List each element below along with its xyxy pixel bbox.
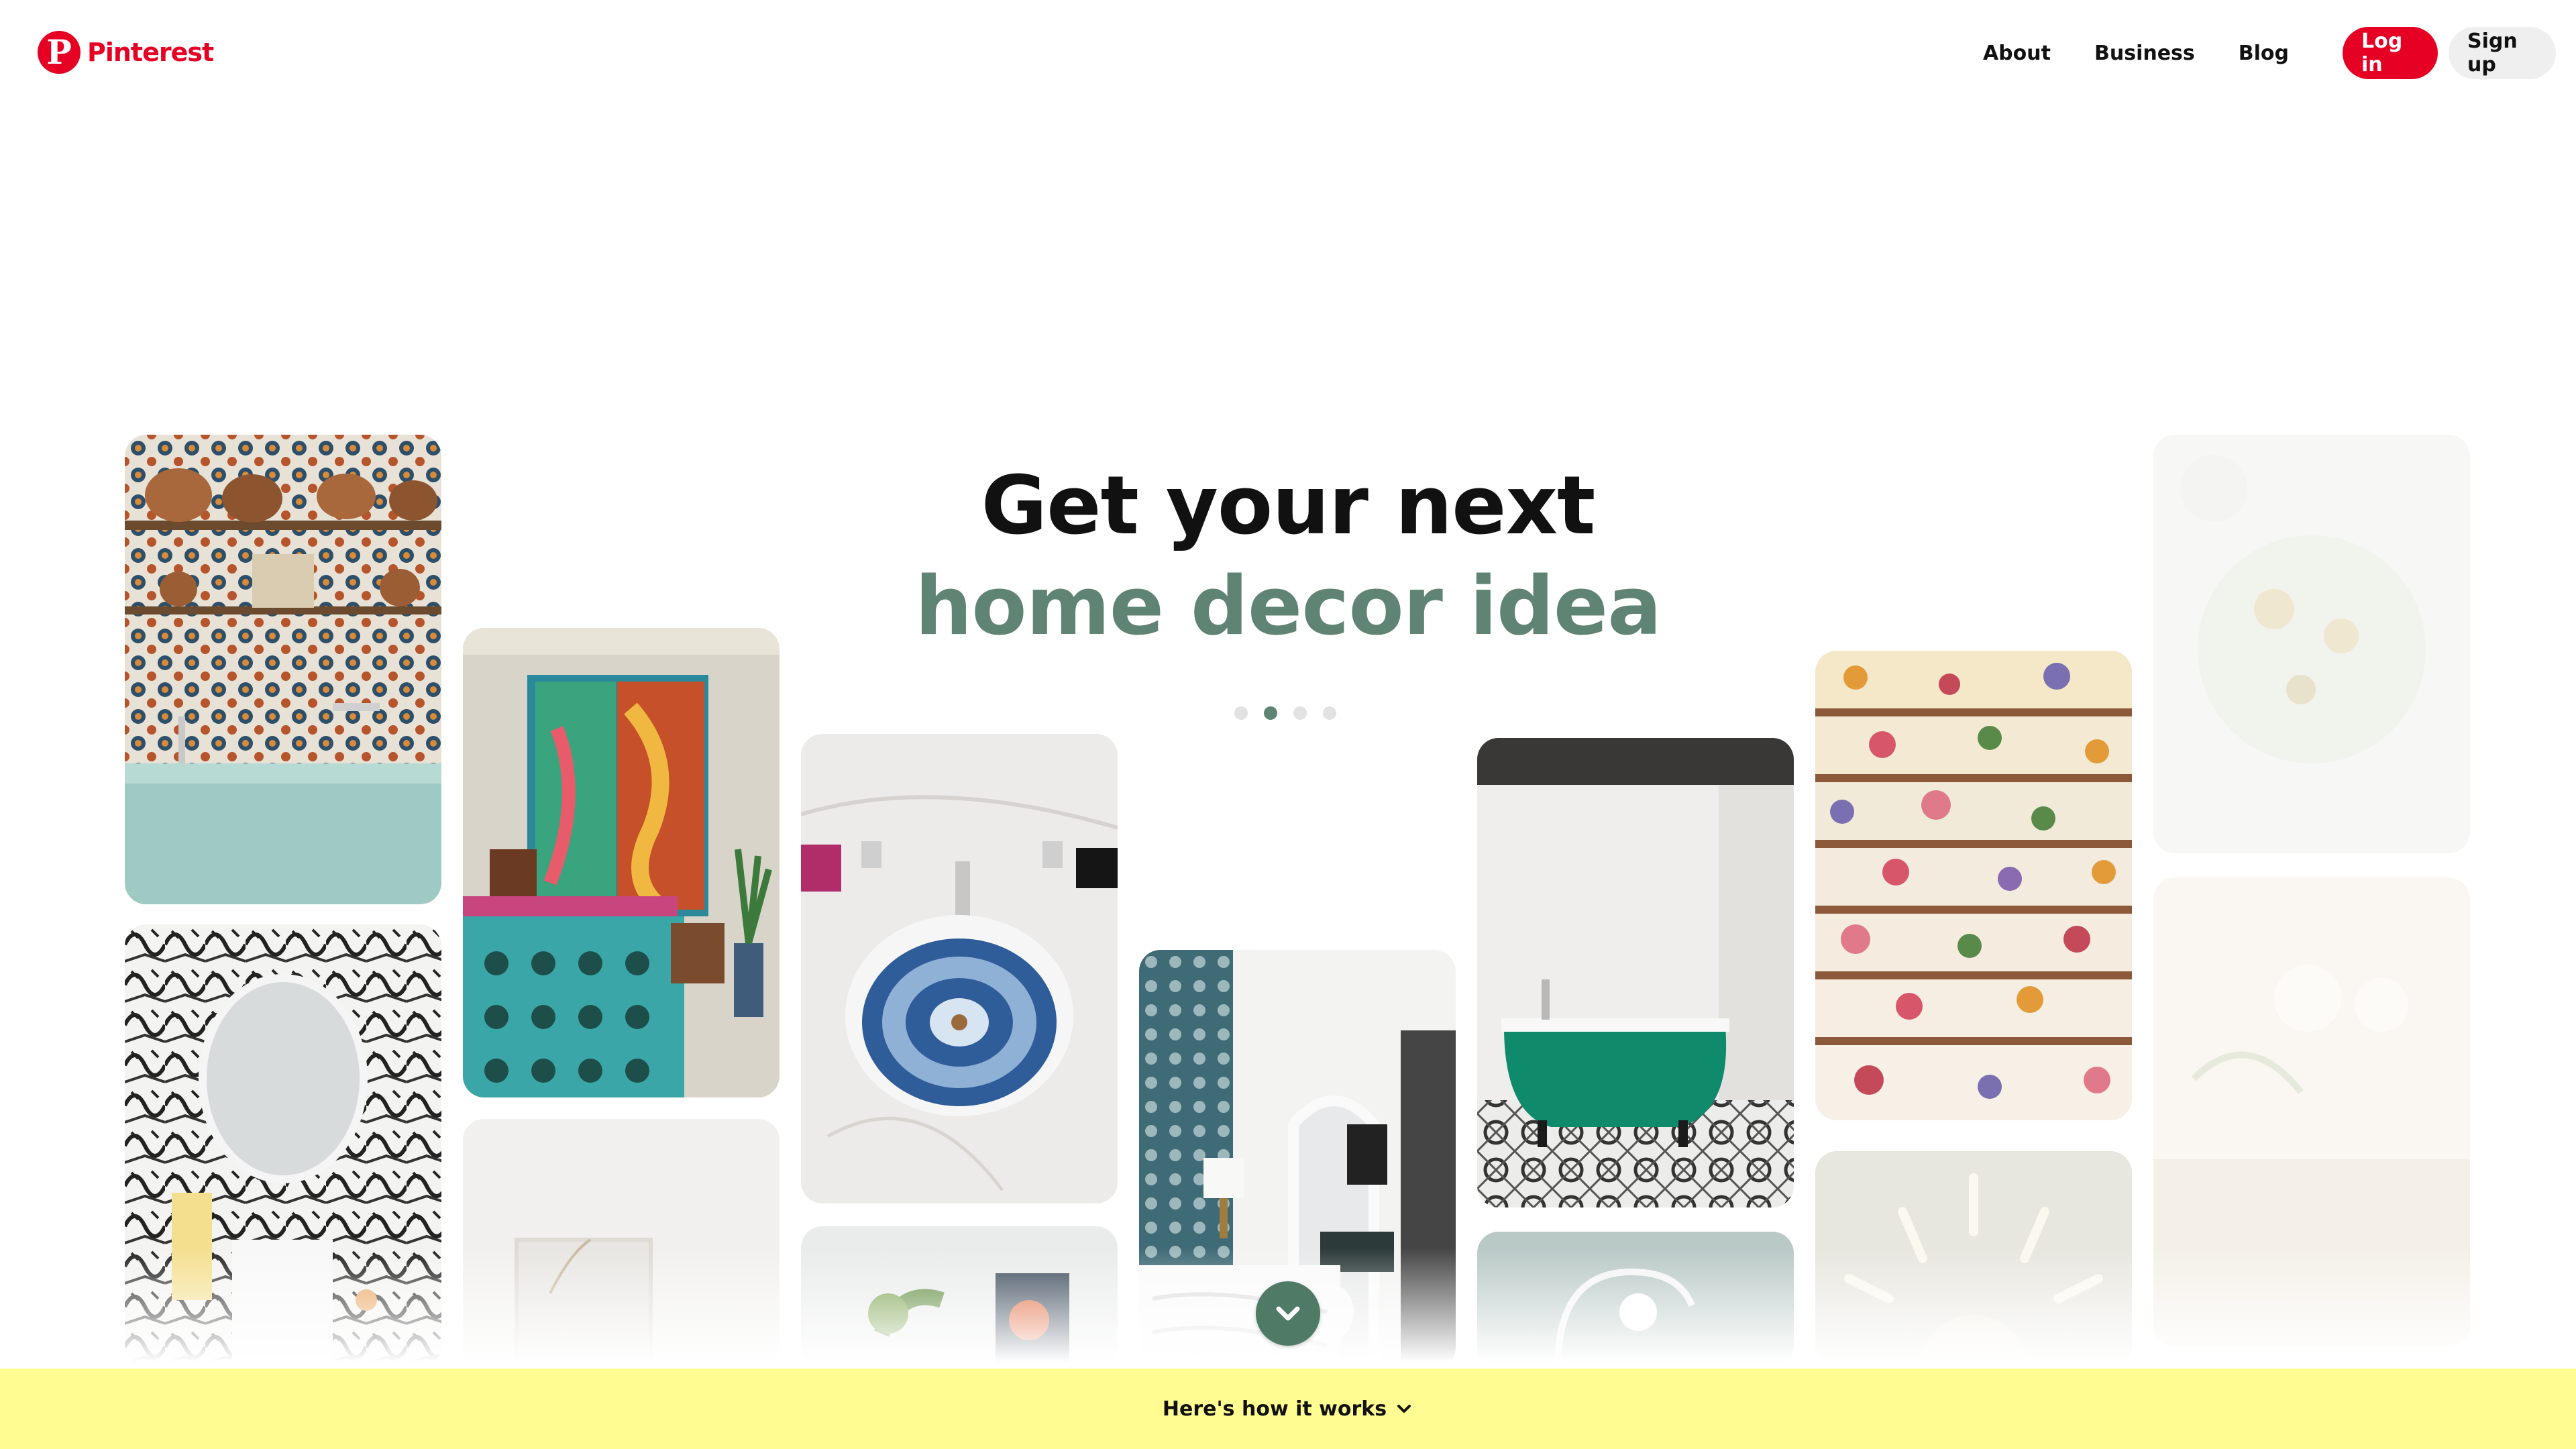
carousel-dot[interactable] [1323, 706, 1336, 720]
pin-teal-bedroom[interactable] [463, 628, 780, 1097]
nav-blog-link[interactable]: Blog [2239, 42, 2289, 65]
carousel-dots [1234, 706, 1336, 720]
pin-green-clawfoot-tub[interactable] [1477, 738, 1794, 1208]
page: P Pinterest About Business Blog Log in S… [0, 0, 2576, 1449]
plant-shelf-image [801, 1226, 1118, 1368]
carousel-dot[interactable] [1234, 706, 1248, 720]
hero-title-line2: home decor idea [914, 560, 1662, 653]
how-it-works-banner[interactable]: Here's how it works [0, 1368, 2576, 1449]
white-interior-image [463, 1119, 780, 1368]
chevron-down-icon [1397, 1405, 1411, 1413]
green-clawfoot-tub-image [1477, 738, 1794, 1208]
pin-mosaic-sink[interactable] [801, 734, 1118, 1203]
how-it-works-label: Here's how it works [1162, 1397, 1387, 1421]
top-nav: About Business Blog Log in Sign up [1983, 27, 2556, 79]
floral-stairs-image [1815, 651, 2132, 1120]
pin-plant-shelf[interactable] [801, 1226, 1118, 1368]
mosaic-sink-image [801, 734, 1118, 1203]
pinterest-p-icon: P [38, 31, 80, 74]
pin-mirror-lamp[interactable] [1477, 1232, 1794, 1368]
pin-white-interior[interactable] [463, 1119, 780, 1368]
nav-about-link[interactable]: About [1983, 42, 2051, 65]
patterned-bathroom-image [125, 924, 441, 1367]
chevron-down-icon [1276, 1306, 1300, 1321]
carousel-dot[interactable] [1293, 706, 1307, 720]
light-fixture-image [1815, 1151, 2132, 1368]
pin-floral-stairs[interactable] [1815, 651, 2132, 1120]
hero-title-line1: Get your next [981, 460, 1596, 553]
pinterest-logo[interactable]: P Pinterest [38, 31, 214, 74]
pin-ghost-room[interactable] [2153, 877, 2470, 1347]
ghost-room-image [2153, 877, 2470, 1347]
header: P Pinterest About Business Blog Log in S… [0, 0, 2576, 105]
mirror-lamp-image [1477, 1232, 1794, 1368]
scroll-down-button[interactable] [1256, 1281, 1320, 1346]
pin-light-fixture[interactable] [1815, 1151, 2132, 1368]
login-button[interactable]: Log in [2343, 27, 2438, 79]
signup-button[interactable]: Sign up [2449, 27, 2556, 79]
hero-heading: Get your next home decor idea [0, 456, 2576, 657]
nav-business-link[interactable]: Business [2094, 42, 2195, 65]
logo-text: Pinterest [87, 38, 214, 67]
carousel-dot-active[interactable] [1264, 706, 1277, 720]
pin-patterned-bathroom[interactable] [125, 924, 441, 1367]
teal-bedroom-image [463, 628, 780, 1097]
